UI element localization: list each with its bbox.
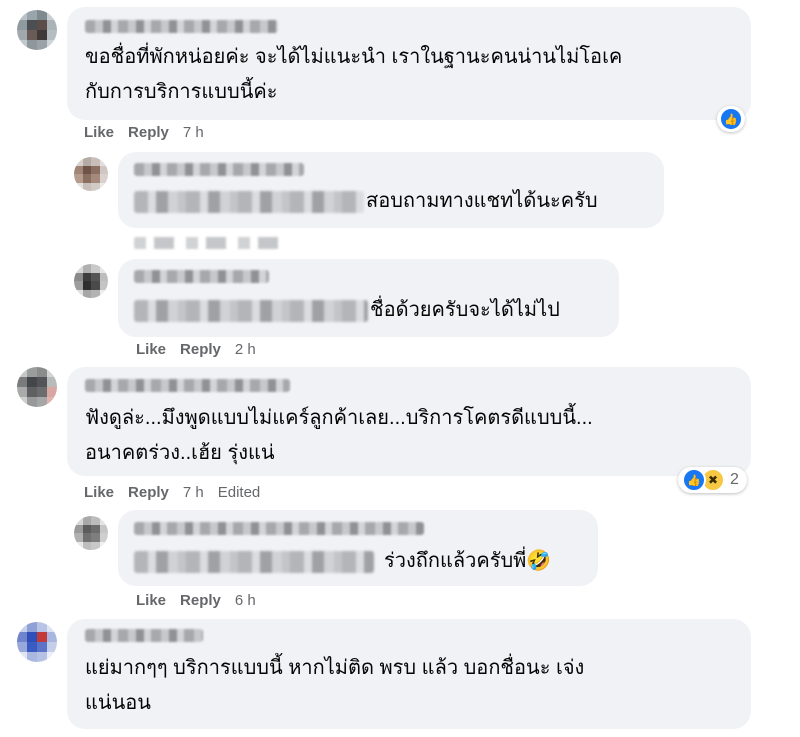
reaction-badge[interactable]: 👍 ✖ 2 [678, 467, 747, 493]
reply-button[interactable]: Reply [128, 484, 169, 501]
edited-label[interactable]: Edited [218, 484, 261, 501]
timestamp[interactable]: 2 h [235, 341, 256, 358]
comment-text-line: กับการบริการแบบนี้ค่ะ [85, 81, 278, 103]
like-button[interactable]: Like [136, 592, 166, 609]
timestamp[interactable]: 6 h [235, 592, 256, 609]
like-button[interactable]: Like [84, 484, 114, 501]
comment-actions-redacted [134, 237, 279, 249]
redacted-mention [134, 191, 364, 213]
timestamp[interactable]: 7 h [183, 124, 204, 141]
reply-button[interactable]: Reply [180, 341, 221, 358]
comment-text-line: แย่มากๆๆ บริการแบบนี้ หากไม่ติด พรบ แล้ว… [85, 657, 585, 679]
comment-text-line: ฟังดูล่ะ...มึงพูดแบบไม่แคร์ลูกค้าเลย...บ… [85, 407, 593, 429]
comment-text-line: อนาคตร่วง..เฮ้ย รุ่งแน่ [85, 442, 275, 464]
commenter-name-redacted[interactable] [85, 20, 278, 33]
like-button[interactable]: Like [136, 341, 166, 358]
commenter-name-redacted[interactable] [85, 379, 290, 392]
comment-text-line: ชื่อด้วยครับจะได้ไม่ไป [370, 299, 560, 321]
avatar[interactable] [74, 516, 108, 550]
redacted-mention [134, 300, 368, 322]
like-button[interactable]: Like [84, 124, 114, 141]
commenter-name-redacted[interactable] [134, 522, 424, 535]
comment-actions: Like Reply 7 h Edited [84, 484, 274, 501]
reply-button[interactable]: Reply [128, 124, 169, 141]
avatar[interactable] [74, 157, 108, 191]
avatar[interactable] [17, 622, 57, 662]
comment-actions: Like Reply 2 h [136, 341, 270, 358]
avatar[interactable] [17, 367, 57, 407]
comment-text-line: แน่นอน [85, 692, 151, 714]
timestamp[interactable]: 7 h [183, 484, 204, 501]
commenter-name-redacted[interactable] [134, 163, 304, 176]
like-icon: 👍 [682, 468, 706, 492]
avatar[interactable] [17, 10, 57, 50]
comment-text-line: สอบถามทางแชทได้นะครับ [366, 190, 598, 212]
like-icon: 👍 [719, 107, 743, 131]
comment-text-line: ขอชื่อที่พักหน่อยค่ะ จะได้ไม่แนะนำ เราใน… [85, 46, 623, 68]
redacted-mention [134, 551, 374, 573]
reaction-count: 2 [730, 471, 739, 488]
reply-button[interactable]: Reply [180, 592, 221, 609]
commenter-name-redacted[interactable] [85, 629, 203, 642]
comment-actions: Like Reply 7 h [84, 124, 218, 141]
comment-actions: Like Reply 6 h [136, 592, 270, 609]
commenter-name-redacted[interactable] [134, 270, 269, 283]
comment-text-line: ร่วงถึกแล้วครับพี่🤣 [384, 550, 552, 572]
avatar[interactable] [74, 264, 108, 298]
reaction-badge[interactable]: 👍 [717, 106, 745, 132]
